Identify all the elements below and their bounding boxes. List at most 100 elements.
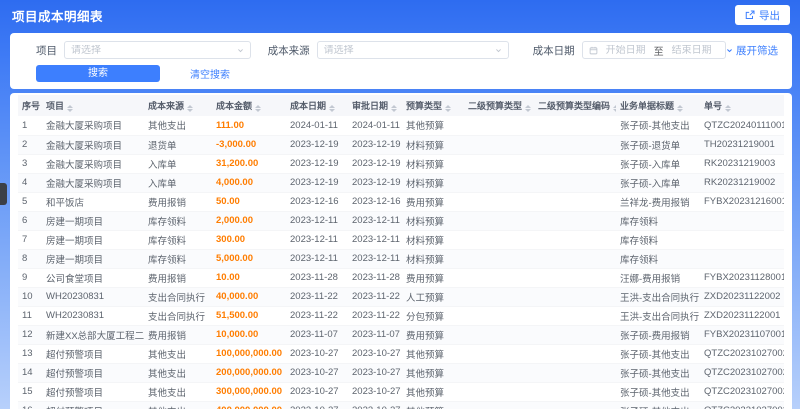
cell-approval_date: 2023-11-28 <box>348 268 402 288</box>
cell-sub_budget_type <box>464 401 534 409</box>
cell-cost_date: 2023-12-19 <box>286 154 348 174</box>
cell-sub_budget_type <box>464 382 534 402</box>
table-row[interactable]: 2 金融大厦采购项目 退货单 -3,000.00 2023-12-19 2023-12-1… <box>18 135 784 155</box>
column-header-amount[interactable]: 成本金额 <box>212 95 286 116</box>
cell-cost_date: 2023-12-11 <box>286 230 348 250</box>
cell-doc_no: QTZC20231027002 <box>700 382 784 402</box>
cell-doc_title: 汪娜-费用报销 <box>616 268 700 288</box>
expand-filters-link[interactable]: 展开筛选 <box>726 43 778 58</box>
cost-date-range-picker[interactable]: 至 <box>581 41 726 59</box>
project-filter-label: 项目 <box>36 44 57 57</box>
cell-amount: 111.00 <box>212 116 286 136</box>
sort-icon[interactable] <box>525 105 532 112</box>
cell-sub_budget_code <box>534 363 616 383</box>
table-row[interactable]: 6 房建一期项目 库存领料 2,000.00 2023-12-11 2023-12-11 材… <box>18 211 784 231</box>
filter-panel: 项目 成本来源 成本日期 至 展开筛选 搜索 清空搜索 <box>10 33 792 89</box>
table-row[interactable]: 16超付预警项目其他支出400,000,000.002023-10-272023… <box>18 401 784 409</box>
table-row[interactable]: 1 金融大厦采购项目 其他支出 111.00 2024-01-11 2024-01-11 其… <box>18 116 784 136</box>
table-row[interactable]: 15 超付预警项目 其他支出 300,000,000.00 2023-10-27 2023… <box>18 382 784 402</box>
cell-amount: 2,000.00 <box>212 211 286 231</box>
cell-doc_no: QTZC20231027002 <box>700 401 784 409</box>
cost-source-select[interactable] <box>316 41 509 59</box>
cell-budget_type: 材料预算 <box>402 211 464 231</box>
cell-sub_budget_type <box>464 344 534 364</box>
cell-amount: 400,000,000.00 <box>212 401 286 409</box>
cell-source: 入库单 <box>144 173 212 193</box>
export-icon <box>745 10 755 20</box>
cell-sub_budget_type <box>464 154 534 174</box>
sort-icon[interactable] <box>613 105 616 112</box>
cell-no: 11 <box>18 306 42 326</box>
cell-no: 1 <box>18 116 42 136</box>
table-row[interactable]: 11 WH20230831 支出合同执行 51,500.00 2023-11-22 202… <box>18 306 784 326</box>
start-date-input[interactable] <box>599 44 652 56</box>
cell-sub_budget_code <box>534 154 616 174</box>
cell-cost_date: 2023-12-11 <box>286 211 348 231</box>
column-header-doc_no[interactable]: 单号 <box>700 95 784 116</box>
cell-doc_title: 张子硕-其他支出 <box>616 116 700 136</box>
cell-sub_budget_code <box>534 344 616 364</box>
cell-sub_budget_code <box>534 249 616 269</box>
end-date-input[interactable] <box>665 44 718 56</box>
table-row[interactable]: 7 房建一期项目 库存领料 300.00 2023-12-11 2023-12-11 材料预… <box>18 230 784 250</box>
cost-source-select-input[interactable] <box>323 44 495 56</box>
table-row[interactable]: 12 新建XX总部大厦工程二期 费用报销 10,000.00 2023-11-07 202… <box>18 325 784 345</box>
cell-project: 金融大厦采购项目 <box>42 173 144 193</box>
project-select[interactable] <box>64 41 252 59</box>
column-header-project[interactable]: 项目 <box>42 95 144 116</box>
cell-project: 和平饭店 <box>42 192 144 212</box>
clear-search-button[interactable]: 清空搜索 <box>190 66 230 81</box>
column-header-doc_title[interactable]: 业务单据标题 <box>616 95 700 116</box>
cell-doc_title: 张子硕-入库单 <box>616 154 700 174</box>
search-button[interactable]: 搜索 <box>36 65 160 82</box>
sort-icon[interactable] <box>391 105 398 112</box>
cell-amount: 5,000.00 <box>212 249 286 269</box>
sort-icon[interactable] <box>677 105 684 112</box>
table-row[interactable]: 4 金融大厦采购项目 入库单 4,000.00 2023-12-19 2023-12-19… <box>18 173 784 193</box>
cell-budget_type: 材料预算 <box>402 249 464 269</box>
cell-sub_budget_type <box>464 287 534 307</box>
table-row[interactable]: 13 超付预警项目 其他支出 100,000,000.00 2023-10-27 2023… <box>18 344 784 364</box>
side-handle[interactable] <box>0 183 7 205</box>
cell-sub_budget_code <box>534 173 616 193</box>
column-header-cost_date[interactable]: 成本日期 <box>286 95 348 116</box>
sort-icon[interactable] <box>445 105 452 112</box>
sort-icon[interactable] <box>67 105 74 112</box>
table-row[interactable]: 9 公司食堂项目 费用报销 10.00 2023-11-28 2023-11-28 费用预算… <box>18 268 784 288</box>
column-header-budget_type[interactable]: 预算类型 <box>402 95 464 116</box>
cost-date-filter-label: 成本日期 <box>532 44 575 57</box>
column-header-sub_budget_code[interactable]: 二级预算类型编码 <box>534 95 616 116</box>
sort-icon[interactable] <box>255 105 262 112</box>
column-header-sub_budget_type[interactable]: 二级预算类型 <box>464 95 534 116</box>
cell-approval_date: 2023-11-22 <box>348 306 402 326</box>
cell-sub_budget_type <box>464 363 534 383</box>
table-row[interactable]: 5 和平饭店 费用报销 50.00 2023-12-16 2023-12-16 费用预算 兰祥… <box>18 192 784 212</box>
cell-doc_title: 库存领料 <box>616 230 700 250</box>
cost-detail-table: 序号 项目 成本来源 成本金额 成本日期 审批日期 预算类型 二级预算类型 二级预算类型编码 业务… <box>18 95 784 409</box>
sort-icon[interactable] <box>725 105 732 112</box>
table-row[interactable]: 14 超付预警项目 其他支出 200,000,000.00 2023-10-27 2023… <box>18 363 784 383</box>
table-header-row: 序号 项目 成本来源 成本金额 成本日期 审批日期 预算类型 二级预算类型 二级预算类型编码 业务… <box>18 95 784 116</box>
export-button[interactable]: 导出 <box>735 5 790 25</box>
sort-icon[interactable] <box>187 105 194 112</box>
table-row[interactable]: 3 金融大厦采购项目 入库单 31,200.00 2023-12-19 2023-12-1… <box>18 154 784 174</box>
table-row[interactable]: 10 WH20230831 支出合同执行 40,000.00 2023-11-22 202… <box>18 287 784 307</box>
column-label: 审批日期 <box>352 101 389 111</box>
results-table-panel: 序号 项目 成本来源 成本金额 成本日期 审批日期 预算类型 二级预算类型 二级预算类型编码 业务… <box>10 93 792 409</box>
table-row[interactable]: 8 房建一期项目 库存领料 5,000.00 2023-12-11 2023-12-11 材… <box>18 249 784 269</box>
cost-source-filter-label: 成本来源 <box>267 44 310 57</box>
cell-project: 金融大厦采购项目 <box>42 116 144 136</box>
cell-project: 房建一期项目 <box>42 249 144 269</box>
column-header-source[interactable]: 成本来源 <box>144 95 212 116</box>
cell-doc_no <box>700 230 784 250</box>
page-title: 项目成本明细表 <box>12 9 104 24</box>
project-select-input[interactable] <box>71 44 238 56</box>
cell-amount: -3,000.00 <box>212 135 286 155</box>
column-label: 单号 <box>704 101 723 111</box>
cell-project: 超付预警项目 <box>42 382 144 402</box>
cell-no: 4 <box>18 173 42 193</box>
column-header-approval_date[interactable]: 审批日期 <box>348 95 402 116</box>
sort-icon[interactable] <box>329 105 336 112</box>
cell-source: 库存领料 <box>144 249 212 269</box>
cell-cost_date: 2023-11-28 <box>286 268 348 288</box>
